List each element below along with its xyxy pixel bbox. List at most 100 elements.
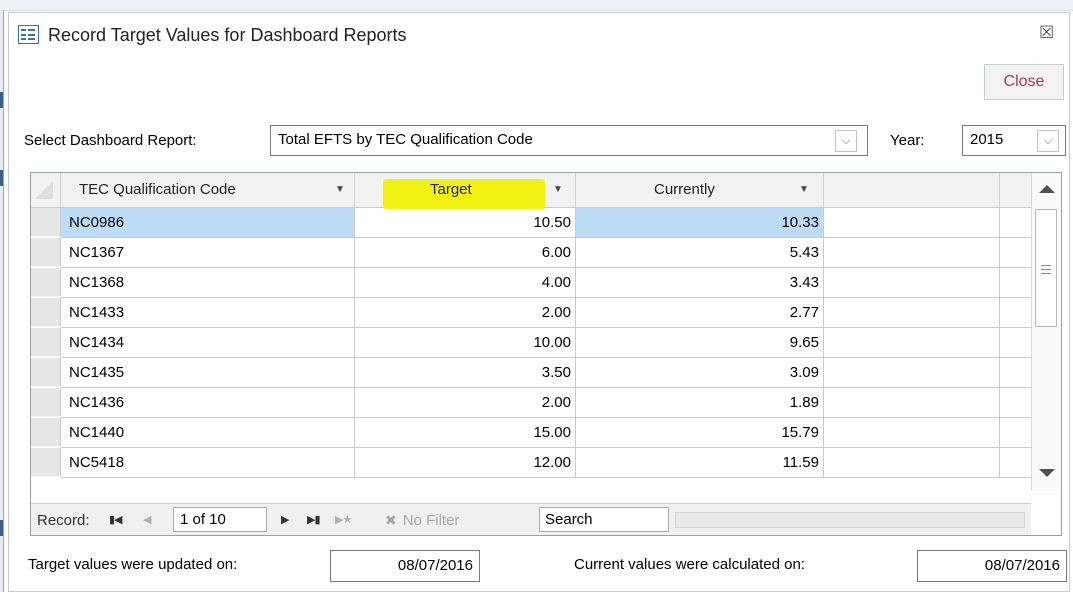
cell-empty — [1000, 418, 1031, 448]
column-header-currently[interactable]: Currently ▼ — [576, 173, 824, 207]
cell-empty — [824, 238, 1000, 268]
scroll-up-arrow-icon[interactable] — [1039, 185, 1055, 193]
report-label: Select Dashboard Report: — [24, 132, 197, 149]
close-window-icon[interactable]: ☒ — [1039, 23, 1054, 43]
cell-target[interactable]: 2.00 — [355, 388, 576, 418]
record-position-field[interactable]: 1 of 10 — [173, 507, 267, 532]
search-input[interactable]: Search — [539, 507, 669, 532]
table-row[interactable]: NC1433 2.00 2.77 — [31, 298, 1031, 328]
calculated-date-field: 08/07/2016 — [917, 550, 1067, 582]
cell-code[interactable]: NC1440 — [61, 418, 355, 448]
cell-target[interactable]: 10.00 — [355, 328, 576, 358]
cell-target[interactable]: 4.00 — [355, 268, 576, 298]
horizontal-scrollbar[interactable] — [675, 512, 1025, 528]
previous-record-icon[interactable]: ◀ — [143, 513, 152, 526]
cell-target[interactable]: 3.50 — [355, 358, 576, 388]
background-window-marker — [0, 170, 3, 186]
column-header-label: Currently — [654, 181, 715, 198]
cell-code[interactable]: NC0986 — [61, 208, 355, 238]
cell-code[interactable]: NC1433 — [61, 298, 355, 328]
row-selector[interactable] — [31, 418, 61, 447]
row-selector[interactable] — [31, 298, 61, 327]
cell-currently[interactable]: 3.43 — [576, 268, 824, 298]
row-selector[interactable] — [31, 328, 61, 357]
scroll-down-arrow-icon[interactable] — [1039, 469, 1055, 477]
next-record-icon[interactable]: ▶ — [281, 513, 290, 526]
cell-code[interactable]: NC1434 — [61, 328, 355, 358]
cell-currently[interactable]: 3.09 — [576, 358, 824, 388]
sort-arrow-icon[interactable]: ▼ — [553, 184, 563, 195]
cell-empty — [1000, 208, 1031, 238]
table-row[interactable]: NC0986 10.50 10.33 — [31, 208, 1031, 238]
cell-currently[interactable]: 11.59 — [576, 448, 824, 478]
cell-currently[interactable]: 15.79 — [576, 418, 824, 448]
cell-currently[interactable]: 5.43 — [576, 238, 824, 268]
column-header-target[interactable]: Target ▼ — [355, 173, 576, 209]
form-icon — [18, 25, 39, 44]
report-select-value: Total EFTS by TEC Qualification Code — [278, 131, 533, 148]
row-selector[interactable] — [31, 388, 61, 417]
column-header-label: TEC Qualification Code — [79, 181, 236, 198]
table-row[interactable]: NC1434 10.00 9.65 — [31, 328, 1031, 358]
new-record-icon[interactable]: ▶★ — [335, 513, 352, 526]
sort-arrow-icon[interactable]: ▼ — [799, 184, 809, 195]
table-row[interactable]: NC1367 6.00 5.43 — [31, 238, 1031, 268]
cell-empty — [1000, 358, 1031, 388]
select-all-corner[interactable] — [31, 173, 61, 207]
row-selector[interactable] — [31, 358, 61, 387]
calculated-label: Current values were calculated on: — [574, 556, 805, 573]
column-header-code[interactable]: TEC Qualification Code ▼ — [61, 173, 355, 207]
cell-target[interactable]: 10.50 — [355, 208, 576, 238]
cell-empty — [824, 418, 1000, 448]
cell-empty — [824, 388, 1000, 418]
report-select[interactable]: Total EFTS by TEC Qualification Code ⌵ — [270, 125, 868, 156]
year-label: Year: — [890, 132, 925, 149]
cell-empty — [1000, 238, 1031, 268]
row-selector[interactable] — [31, 208, 61, 237]
cell-target[interactable]: 15.00 — [355, 418, 576, 448]
cell-target[interactable]: 12.00 — [355, 448, 576, 478]
cell-code[interactable]: NC5418 — [61, 448, 355, 478]
window-title: Record Target Values for Dashboard Repor… — [48, 25, 407, 45]
cell-target[interactable]: 2.00 — [355, 298, 576, 328]
table-row[interactable]: NC1440 15.00 15.79 — [31, 418, 1031, 448]
chevron-down-icon[interactable]: ⌵ — [835, 130, 857, 152]
grip-icon — [1041, 265, 1051, 274]
datasheet: TEC Qualification Code ▼ Target ▼ Curren… — [30, 172, 1062, 536]
grid-header: TEC Qualification Code ▼ Target ▼ Curren… — [31, 173, 1031, 209]
cell-code[interactable]: NC1368 — [61, 268, 355, 298]
cell-empty — [1000, 388, 1031, 418]
column-header-empty — [824, 173, 1000, 207]
filter-toggle[interactable]: ✖ No Filter — [385, 512, 459, 529]
year-select-value: 2015 — [970, 131, 1004, 148]
row-selector[interactable] — [31, 268, 61, 297]
background-window-marker — [0, 92, 3, 108]
table-row[interactable]: NC1435 3.50 3.09 — [31, 358, 1031, 388]
sort-arrow-icon[interactable]: ▼ — [335, 184, 345, 195]
cell-empty — [824, 328, 1000, 358]
cell-code[interactable]: NC1367 — [61, 238, 355, 268]
chevron-down-icon[interactable]: ⌵ — [1037, 130, 1059, 152]
cell-empty — [824, 358, 1000, 388]
cell-code[interactable]: NC1436 — [61, 388, 355, 418]
record-navigation-bar: Record: ▮◀ ◀ 1 of 10 ▶ ▶▮ ▶★ ✖ No Filter … — [31, 503, 1031, 535]
row-selector[interactable] — [31, 448, 61, 477]
cell-currently[interactable]: 10.33 — [576, 208, 824, 238]
table-row[interactable]: NC1436 2.00 1.89 — [31, 388, 1031, 418]
scroll-thumb[interactable] — [1035, 209, 1057, 327]
cell-currently[interactable]: 9.65 — [576, 328, 824, 358]
cell-currently[interactable]: 1.89 — [576, 388, 824, 418]
table-row[interactable]: NC5418 12.00 11.59 — [31, 448, 1031, 478]
cell-code[interactable]: NC1435 — [61, 358, 355, 388]
last-record-icon[interactable]: ▶▮ — [307, 513, 320, 526]
table-row[interactable]: NC1368 4.00 3.43 — [31, 268, 1031, 298]
first-record-icon[interactable]: ▮◀ — [109, 513, 122, 526]
vertical-scrollbar[interactable] — [1031, 173, 1061, 491]
updated-date-field: 08/07/2016 — [330, 550, 480, 582]
year-select[interactable]: 2015 ⌵ — [962, 125, 1066, 156]
cell-target[interactable]: 6.00 — [355, 238, 576, 268]
close-button[interactable]: Close — [984, 64, 1064, 100]
cell-currently[interactable]: 2.77 — [576, 298, 824, 328]
no-filter-icon: ✖ — [385, 512, 397, 528]
row-selector[interactable] — [31, 238, 61, 267]
